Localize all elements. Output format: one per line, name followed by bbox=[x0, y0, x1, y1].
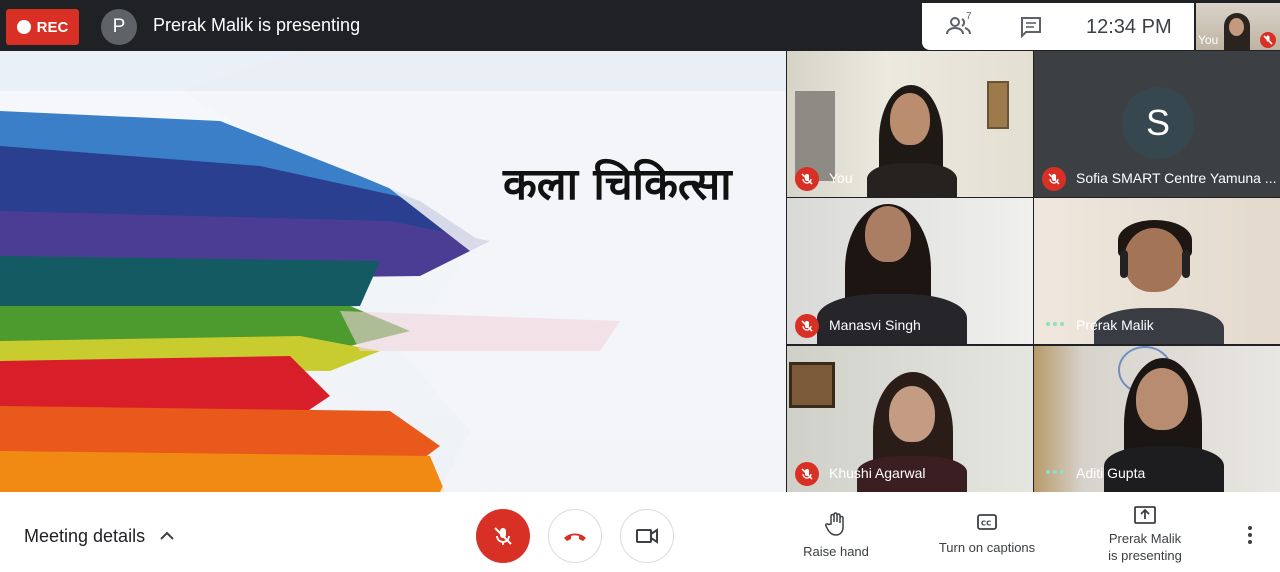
participant-name: Sofia SMART Centre Yamuna ... bbox=[1076, 170, 1277, 186]
headphones bbox=[1120, 250, 1128, 278]
speaking-indicator-icon bbox=[1046, 470, 1066, 476]
speaking-indicator-icon bbox=[1046, 322, 1066, 328]
mic-off-icon bbox=[795, 167, 819, 191]
headphones bbox=[1182, 250, 1190, 278]
more-vert-icon bbox=[1248, 526, 1252, 530]
participant-face bbox=[889, 386, 935, 442]
self-label: You bbox=[1198, 33, 1219, 47]
self-mic-off-icon bbox=[1260, 32, 1276, 48]
recording-indicator: REC bbox=[6, 9, 79, 45]
presenting-label-line1: Prerak Malik bbox=[1108, 531, 1182, 546]
participant-name: You bbox=[829, 170, 853, 186]
chat-button[interactable] bbox=[1020, 16, 1042, 39]
presentation-slide: कला चिकित्सा bbox=[0, 51, 786, 492]
participant-name: Manasvi Singh bbox=[829, 317, 921, 333]
participant-face bbox=[865, 206, 911, 262]
people-button[interactable]: 7 bbox=[946, 11, 976, 39]
bottom-control-bar: Meeting details Raise hand CC Turn on ca… bbox=[0, 492, 1280, 572]
slide-title: कला चिकित्सा bbox=[503, 159, 732, 210]
presenting-label-line2: is presenting bbox=[1108, 548, 1182, 563]
record-dot-icon bbox=[16, 20, 31, 34]
raise-hand-button[interactable]: Raise hand bbox=[800, 512, 872, 560]
participant-face bbox=[890, 93, 930, 145]
more-options-button[interactable] bbox=[1240, 526, 1260, 546]
present-screen-icon bbox=[1134, 506, 1156, 524]
mic-off-icon bbox=[494, 527, 512, 545]
video-camera-icon bbox=[636, 528, 658, 544]
presenter-avatar: P bbox=[101, 9, 137, 45]
people-count: 7 bbox=[966, 11, 972, 22]
wall-frame bbox=[987, 81, 1009, 129]
participant-name: Prerak Malik bbox=[1076, 317, 1154, 333]
paint-strokes bbox=[0, 51, 786, 492]
top-bar: REC P Prerak Malik is presenting 7 12:34… bbox=[0, 0, 1280, 51]
participant-avatar: S bbox=[1122, 87, 1194, 159]
mic-off-icon bbox=[795, 462, 819, 486]
chat-icon bbox=[1021, 17, 1041, 39]
participant-tile[interactable]: Aditi Gupta bbox=[1034, 346, 1280, 492]
self-view-thumbnail[interactable]: You bbox=[1196, 3, 1280, 50]
participant-tile[interactable]: Prerak Malik bbox=[1034, 198, 1280, 344]
participant-tile[interactable]: S Sofia SMART Centre Yamuna ... bbox=[1034, 51, 1280, 197]
mic-off-icon bbox=[795, 314, 819, 338]
raise-hand-label: Raise hand bbox=[803, 544, 869, 559]
svg-text:CC: CC bbox=[981, 520, 991, 528]
hang-up-icon bbox=[564, 533, 586, 541]
clock: 12:34 PM bbox=[1086, 16, 1172, 38]
microphone-toggle-button[interactable] bbox=[476, 509, 530, 563]
leave-call-button[interactable] bbox=[548, 509, 602, 563]
participant-name: Khushi Agarwal bbox=[829, 465, 926, 481]
captions-label: Turn on captions bbox=[938, 540, 1036, 555]
top-right-panel: 7 12:34 PM bbox=[922, 3, 1194, 50]
closed-captions-icon: CC bbox=[977, 514, 997, 530]
meeting-details-button[interactable]: Meeting details bbox=[24, 526, 145, 547]
chevron-up-icon[interactable] bbox=[160, 530, 174, 540]
participant-face bbox=[1136, 368, 1188, 430]
wall-frame bbox=[789, 362, 835, 408]
presenting-button[interactable]: Prerak Malik is presenting bbox=[1100, 504, 1190, 564]
self-face bbox=[1229, 18, 1244, 36]
presenter-title: Prerak Malik is presenting bbox=[153, 15, 361, 35]
camera-toggle-button[interactable] bbox=[620, 509, 674, 563]
mic-off-icon bbox=[1042, 167, 1066, 191]
rec-label: REC bbox=[36, 18, 69, 36]
captions-button[interactable]: CC Turn on captions bbox=[932, 512, 1042, 556]
hand-icon bbox=[825, 512, 844, 536]
participant-name: Aditi Gupta bbox=[1076, 465, 1146, 481]
participant-tile[interactable]: You bbox=[787, 51, 1033, 197]
participant-face bbox=[1124, 228, 1184, 292]
participant-tile[interactable]: Khushi Agarwal bbox=[787, 346, 1033, 492]
participant-body bbox=[867, 163, 957, 197]
participant-tile[interactable]: Manasvi Singh bbox=[787, 198, 1033, 344]
